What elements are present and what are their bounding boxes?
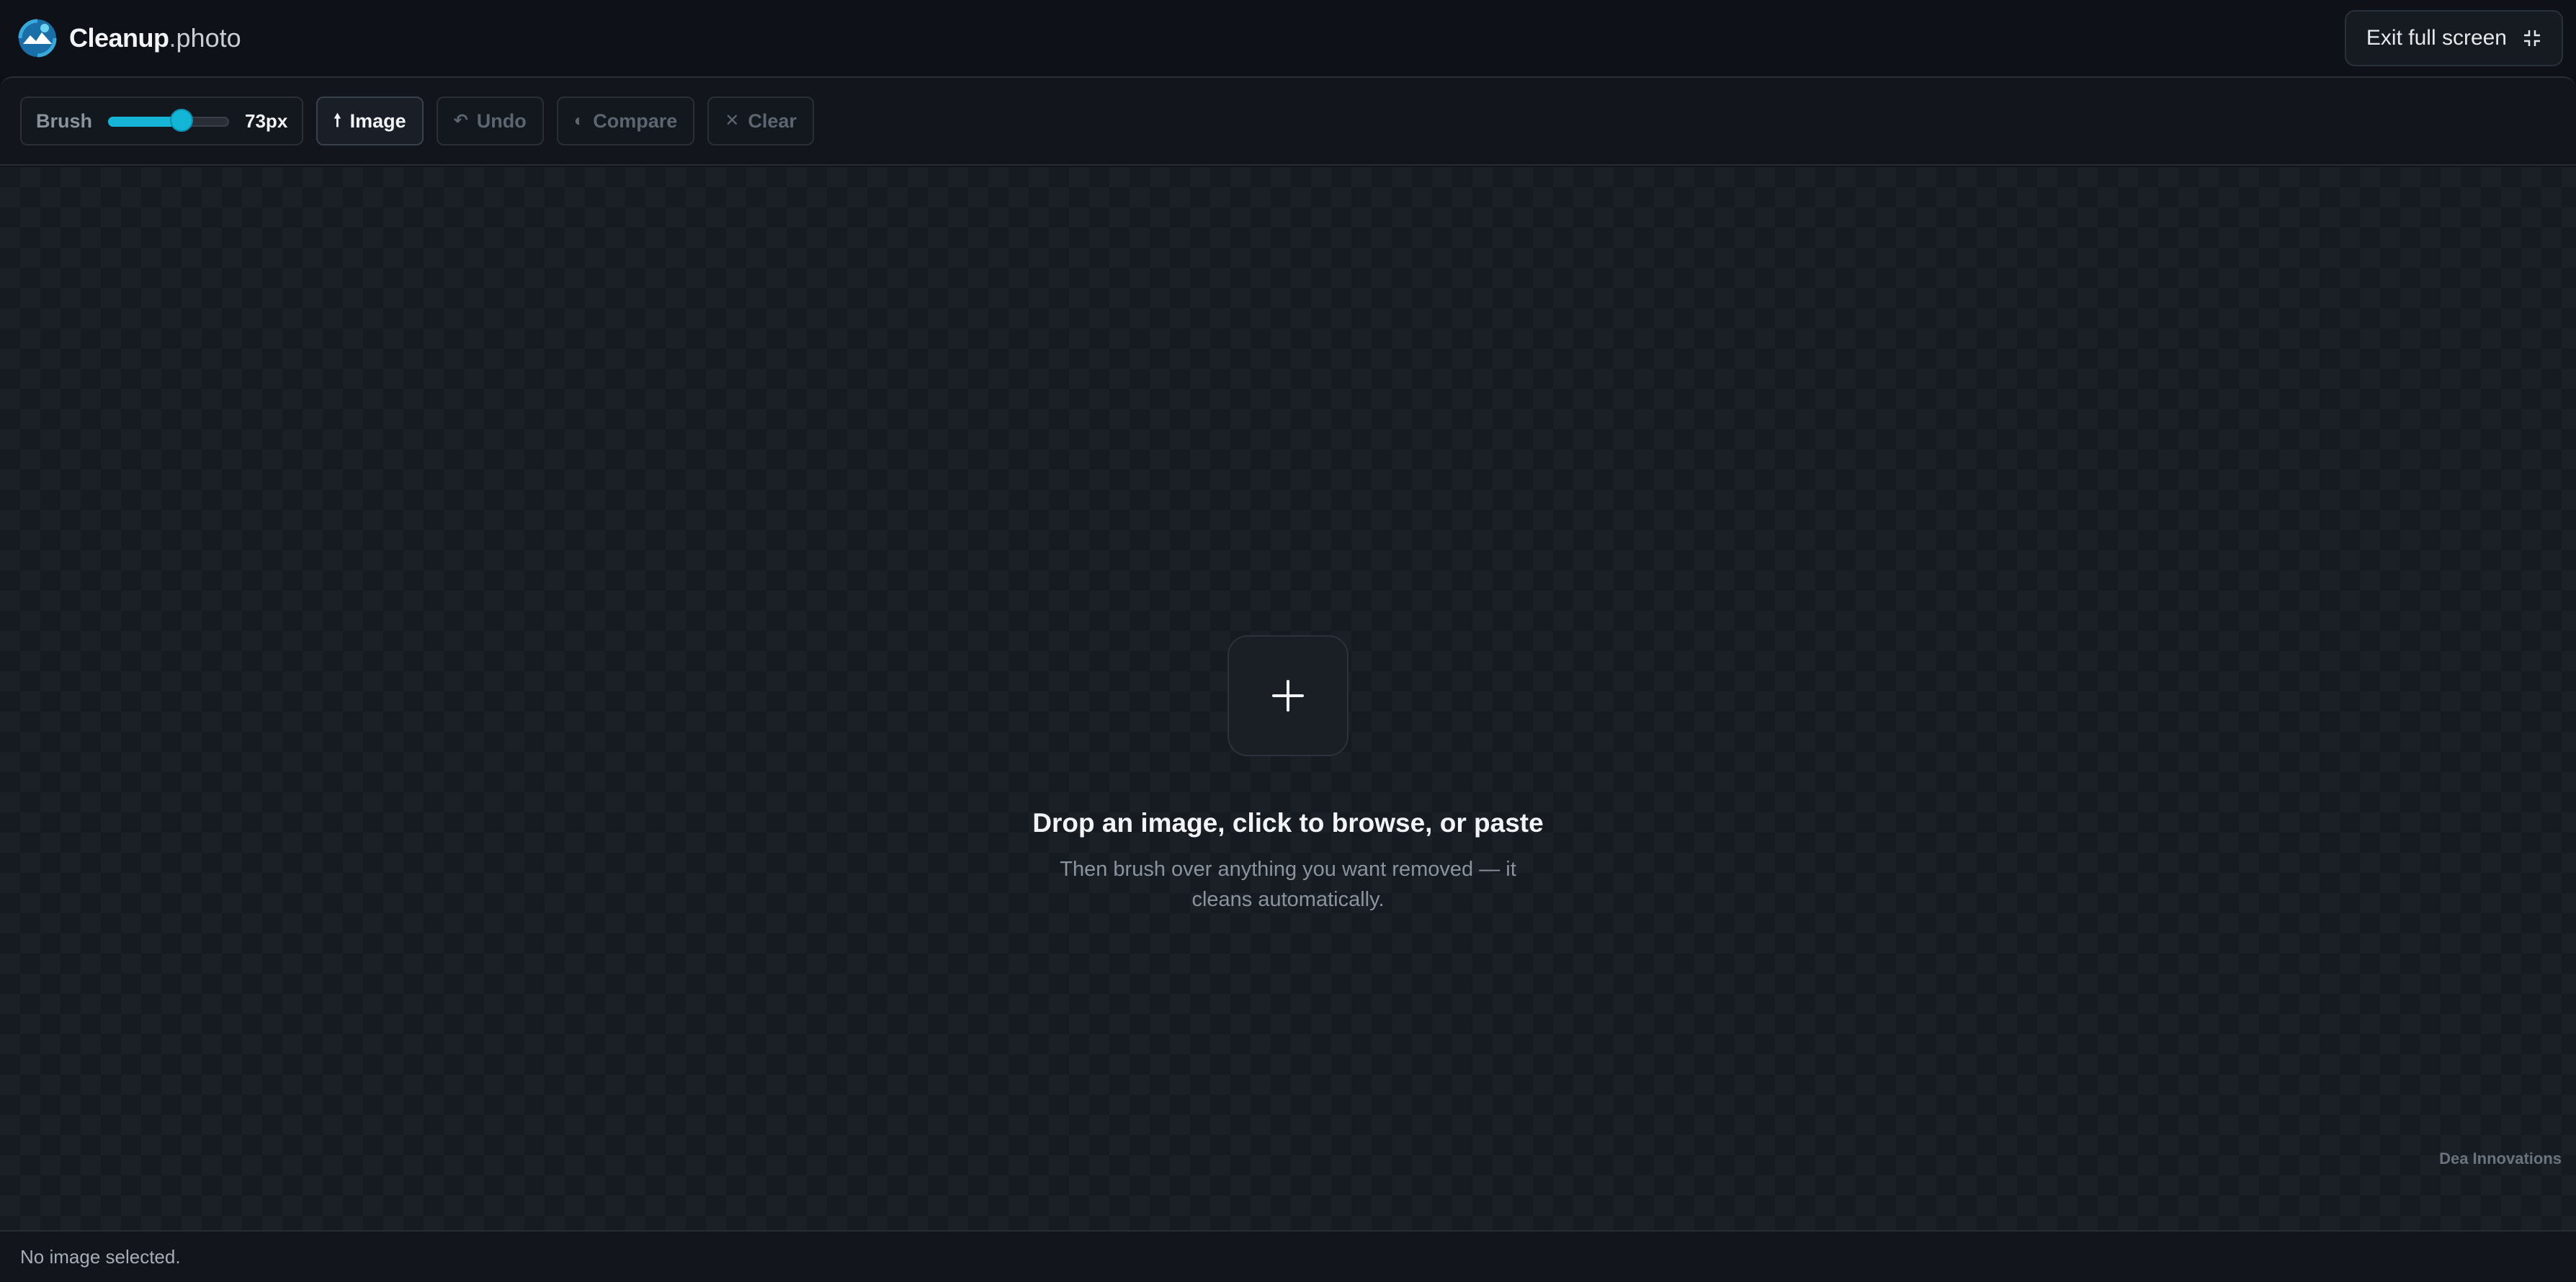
- brand-dot: .: [169, 23, 176, 53]
- brush-control: Brush 73px: [20, 97, 304, 145]
- upload-image-button[interactable]: 🠕 Image: [316, 97, 424, 145]
- credit-text: Dea Innovations: [2439, 1149, 2562, 1167]
- top-bar: Cleanup. photo Exit full screen: [0, 0, 2576, 76]
- slider-thumb[interactable]: [170, 109, 194, 132]
- status-text: No image selected.: [20, 1245, 181, 1268]
- half-circle-icon: ◐: [573, 111, 585, 130]
- toolbar: Brush 73px 🠕 Image ↶ Undo ◐ Compare ✕ Cl…: [0, 78, 2576, 166]
- add-image-button[interactable]: [1227, 635, 1349, 756]
- undo-icon: ↶: [453, 111, 468, 130]
- canvas-dropzone[interactable]: Drop an image, click to browse, or paste…: [0, 167, 2576, 1232]
- arrow-up-icon: 🠕: [334, 111, 341, 130]
- undo-button[interactable]: ↶ Undo: [436, 97, 544, 145]
- brush-size-value: 73px: [245, 109, 288, 132]
- dropzone-title: Drop an image, click to browse, or paste: [1032, 808, 1544, 838]
- collapse-icon: [2524, 30, 2540, 46]
- dropzone-subtitle: Then brush over anything you want remove…: [1060, 858, 1516, 911]
- workspace: Brush 73px 🠕 Image ↶ Undo ◐ Compare ✕ Cl…: [0, 76, 2576, 1282]
- compare-button[interactable]: ◐ Compare: [556, 97, 695, 145]
- compare-label: Compare: [593, 109, 678, 132]
- exit-full-screen-label: Exit full screen: [2366, 26, 2507, 50]
- brush-size-slider[interactable]: [108, 109, 230, 132]
- brand-name: Cleanup: [69, 23, 169, 53]
- upload-image-label: Image: [349, 109, 406, 132]
- status-bar: No image selected.: [0, 1230, 2576, 1282]
- clear-label: Clear: [748, 109, 797, 132]
- brand-tld: photo: [176, 23, 241, 53]
- undo-label: Undo: [476, 109, 527, 132]
- dropzone-prompt[interactable]: Drop an image, click to browse, or paste…: [1000, 635, 1576, 915]
- clear-button[interactable]: ✕ Clear: [707, 97, 814, 145]
- exit-full-screen-button[interactable]: Exit full screen: [2344, 10, 2563, 66]
- cleanup-logo-icon: [18, 19, 57, 58]
- brand[interactable]: Cleanup. photo: [16, 17, 241, 60]
- brush-label: Brush: [36, 109, 93, 132]
- close-icon: ✕: [725, 111, 740, 130]
- plus-icon: [1272, 680, 1304, 712]
